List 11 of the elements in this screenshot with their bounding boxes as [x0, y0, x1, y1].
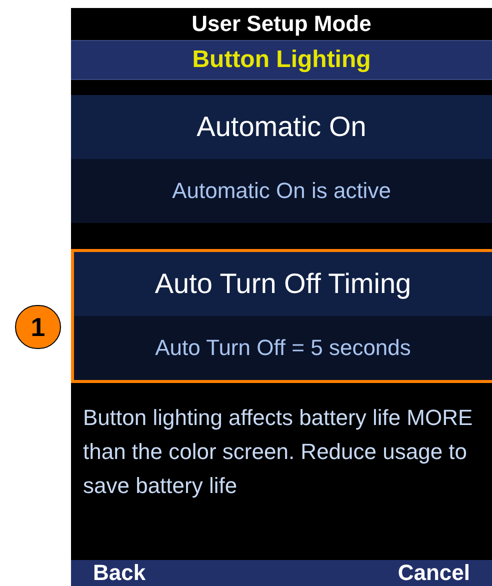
option-status: Automatic On is active — [172, 180, 391, 202]
option-card[interactable]: Auto Turn Off Timing Auto Turn Off = 5 seconds — [71, 249, 492, 383]
screen-title: User Setup Mode — [192, 13, 372, 35]
option-title: Auto Turn Off Timing — [154, 270, 412, 298]
cancel-button[interactable]: Cancel — [398, 560, 470, 586]
option-status: Auto Turn Off = 5 seconds — [155, 337, 411, 359]
option-title: Automatic On — [196, 113, 366, 141]
callout-badge: 1 — [15, 305, 61, 349]
back-button[interactable]: Back — [93, 560, 146, 586]
battery-note: Button lighting affects battery life MORE than the color screen. Reduce usage to save battery life — [82, 404, 474, 500]
subtitle: Button Lighting — [192, 48, 371, 72]
